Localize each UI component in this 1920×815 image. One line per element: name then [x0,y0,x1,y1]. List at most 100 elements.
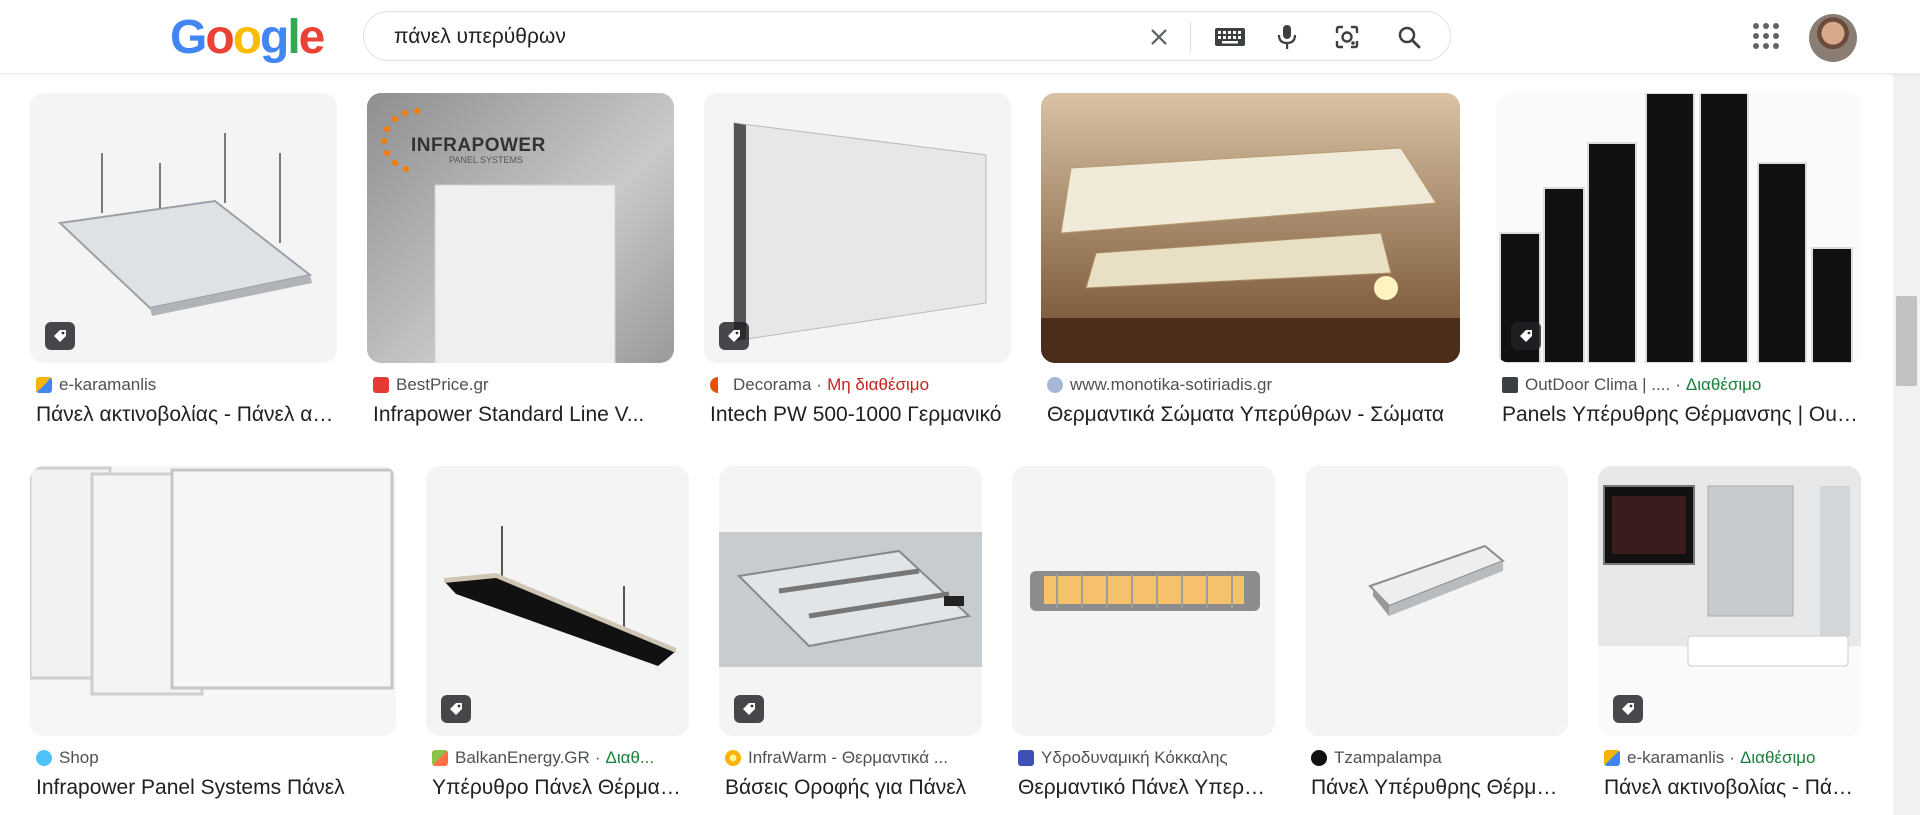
result-thumbnail[interactable] [719,466,982,736]
source-name: e-karamanlis [1627,748,1725,767]
result-title[interactable]: Πάνελ ακτινοβολίας - Πάνελ ακτινοβολίας [36,403,336,427]
result-title[interactable]: Θερμαντικό Πάνελ Υπερύθρων [1018,776,1274,800]
image-result-9[interactable]: Υδροδυναμική Κόκκαλης Θερμαντικό Πάνελ Υ… [1012,466,1275,815]
favicon-icon [36,750,52,766]
result-thumbnail[interactable] [1305,466,1568,736]
overlay-brand: INFRAPOWER [411,135,546,156]
image-result-2[interactable]: INFRAPOWER PANEL SYSTEMS BestPrice.gr In… [367,93,674,433]
result-thumbnail[interactable] [426,466,689,736]
favicon-icon [725,750,741,766]
favicon-icon [432,750,448,766]
image-result-11[interactable]: e-karamanlis · Διαθέσιμο Πάνελ ακτινοβολ… [1598,466,1861,815]
result-title[interactable]: Θερμαντικά Σώματα Υπερύθρων - Σώματα [1047,403,1457,427]
result-title[interactable]: Infrapower Standard Line V... [373,403,673,427]
result-thumbnail[interactable]: INFRAPOWER PANEL SYSTEMS [367,93,674,363]
search-box[interactable] [363,11,1451,61]
scrollbar-thumb[interactable] [1896,296,1917,386]
shopping-tag-icon [1613,695,1643,723]
shopping-tag-icon [441,695,471,723]
logo-letter-1: G [170,11,207,64]
result-source[interactable]: InfraWarm - Θερμαντικά ... [725,748,983,768]
search-divider [1190,22,1191,52]
top-bar: Google [0,0,1920,74]
result-title[interactable]: Intech PW 500-1000 Γερμανικό [710,403,1010,427]
result-title[interactable]: Υπέρυθρο Πάνελ Θέρμανσης [432,776,688,800]
result-thumbnail[interactable] [1598,466,1861,736]
source-name: BalkanEnergy.GR [455,748,590,767]
source-name: BestPrice.gr [396,375,489,394]
logo-letter-4: g [260,11,289,64]
result-source[interactable]: BalkanEnergy.GR · Διαθ... [432,748,690,768]
result-thumbnail[interactable] [30,466,396,736]
page-scrollbar[interactable] [1893,74,1920,815]
availability-status: Διαθ... [605,748,655,767]
account-avatar[interactable] [1809,14,1857,62]
source-name: e-karamanlis [59,375,157,394]
image-result-6[interactable]: Shop Infrapower Panel Systems Πάνελ [30,466,396,815]
result-title[interactable]: Infrapower Panel Systems Πάνελ [36,776,392,800]
clear-icon[interactable] [1144,22,1174,52]
image-result-1[interactable]: e-karamanlis Πάνελ ακτινοβολίας - Πάνελ … [30,93,337,433]
result-source[interactable]: Decorama · Μη διαθέσιμο [710,375,1010,395]
image-result-10[interactable]: Tzampalampa Πάνελ Υπέρυθρης Θέρμανσης [1305,466,1568,815]
result-thumbnail[interactable] [1012,466,1275,736]
logo-letter-2: o [205,11,234,64]
source-name: Tzampalampa [1334,748,1442,767]
separator-dot: · [1675,375,1681,394]
separator-dot: · [1729,748,1735,767]
result-source[interactable]: BestPrice.gr [373,375,673,395]
result-title[interactable]: Πάνελ ακτινοβολίας - Πάνελ [1604,776,1860,800]
result-source[interactable]: OutDoor Clima | .... · Διαθέσιμο [1502,375,1862,395]
shopping-tag-icon [719,322,749,350]
result-source[interactable]: e-karamanlis · Διαθέσιμο [1604,748,1862,768]
favicon-icon [1047,377,1063,393]
microphone-icon[interactable] [1272,22,1302,52]
result-title[interactable]: Panels Υπέρυθρης Θέρμανσης | OutDoor [1502,403,1862,427]
separator-dot: · [594,748,601,767]
availability-status: Μη διαθέσιμο [827,375,930,394]
favicon-icon [710,377,726,393]
overlay-subbrand: PANEL SYSTEMS [449,155,524,165]
result-source[interactable]: e-karamanlis [36,375,336,395]
apps-grid-icon[interactable] [1752,22,1782,52]
source-name: www.monotika-sotiriadis.gr [1070,375,1273,394]
image-result-4[interactable]: www.monotika-sotiriadis.gr Θερμαντικά Σώ… [1041,93,1460,433]
result-title[interactable]: Βάσεις Οροφής για Πάνελ [725,776,981,800]
shopping-tag-icon [45,322,75,350]
result-source[interactable]: Υδροδυναμική Κόκκαλης [1018,748,1276,768]
result-source[interactable]: Shop [36,748,396,768]
result-source[interactable]: Tzampalampa [1311,748,1569,768]
result-thumbnail[interactable] [1496,93,1861,363]
favicon-icon [1502,377,1518,393]
search-icon[interactable] [1394,22,1424,52]
result-title[interactable]: Πάνελ Υπέρυθρης Θέρμανσης [1311,776,1567,800]
shopping-tag-icon [734,695,764,723]
source-name: Υδροδυναμική Κόκκαλης [1041,748,1228,767]
result-thumbnail[interactable] [1041,93,1460,363]
availability-status: Διαθέσιμο [1739,748,1816,767]
favicon-icon [1311,750,1327,766]
image-result-3[interactable]: Decorama · Μη διαθέσιμο Intech PW 500-10… [704,93,1011,433]
favicon-icon [373,377,389,393]
separator-dot: · [816,375,823,394]
google-logo[interactable]: Google [170,11,325,64]
availability-status: Διαθέσιμο [1685,375,1762,394]
favicon-icon [1604,750,1620,766]
shopping-tag-icon [1511,322,1541,350]
source-name: Decorama [733,375,812,394]
image-result-8[interactable]: InfraWarm - Θερμαντικά ... Βάσεις Οροφής… [719,466,982,815]
source-name: Shop [59,748,99,767]
result-thumbnail[interactable] [30,93,337,363]
image-result-7[interactable]: BalkanEnergy.GR · Διαθ... Υπέρυθρο Πάνελ… [426,466,689,815]
logo-letter-5: l [287,11,300,64]
result-thumbnail[interactable] [704,93,1011,363]
source-name: OutDoor Clima | .... [1525,375,1671,394]
image-result-5[interactable]: OutDoor Clima | .... · Διαθέσιμο Panels … [1496,93,1862,433]
keyboard-icon[interactable] [1212,22,1248,52]
lens-icon[interactable] [1332,22,1362,52]
search-input[interactable] [394,24,1154,50]
favicon-icon [1018,750,1034,766]
result-source[interactable]: www.monotika-sotiriadis.gr [1047,375,1457,395]
source-name: InfraWarm - Θερμαντικά ... [748,748,948,767]
favicon-icon [36,377,52,393]
